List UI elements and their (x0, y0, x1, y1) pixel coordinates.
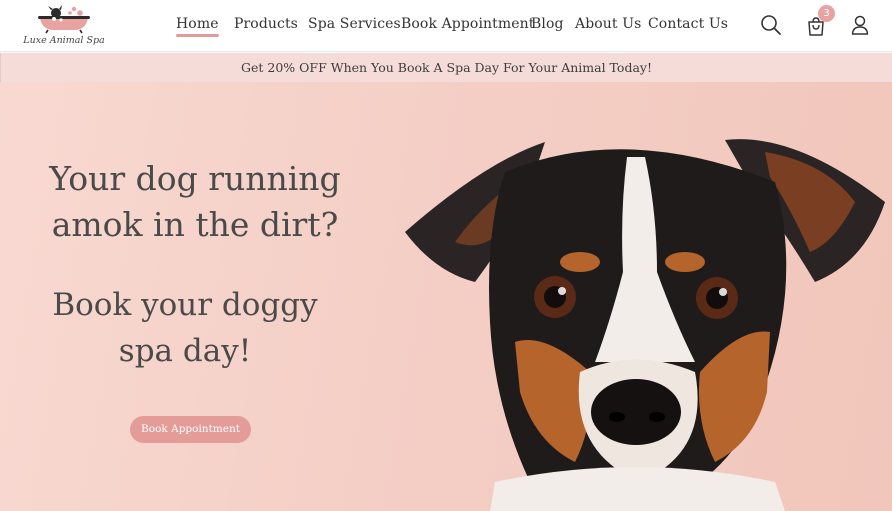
dog-right-nostril (649, 412, 665, 422)
nav-book-appointment[interactable]: Book Appointment (401, 16, 534, 32)
dog-nose (591, 379, 681, 445)
nav-blog-label: Blog (531, 16, 564, 32)
user-icon (851, 15, 869, 35)
cart-count-badge: 3 (818, 5, 835, 22)
nav-products-label: Products (234, 16, 298, 32)
promo-banner: Get 20% OFF When You Book A Spa Day For … (0, 53, 892, 82)
hero-section: Your dog running amok in the dirt? Book … (0, 82, 892, 511)
book-appointment-button[interactable]: Book Appointment (130, 416, 251, 443)
nav-home[interactable]: Home (176, 16, 219, 37)
promo-text: Get 20% OFF When You Book A Spa Day For … (241, 60, 652, 75)
site-header: Luxe Animal Spa Home Products Spa Servic… (0, 0, 892, 52)
dog-left-nostril (609, 412, 625, 422)
nav-about-us[interactable]: About Us (575, 16, 641, 32)
nav-spa-services-label: Spa Services (308, 16, 401, 32)
search-button[interactable] (760, 14, 782, 36)
nav-book-appointment-label: Book Appointment (401, 16, 535, 32)
nav-spa-services[interactable]: Spa Services (308, 16, 401, 32)
dog-left-brow (560, 252, 600, 272)
cart-button[interactable]: 3 (806, 5, 835, 37)
nav-home-label: Home (176, 16, 219, 32)
nav-about-us-label: About Us (575, 16, 642, 32)
hero-title: Your dog running amok in the dirt? (40, 156, 350, 248)
dog-right-brow (665, 252, 705, 272)
nav-contact-us[interactable]: Contact Us (648, 16, 728, 32)
hero-subtitle: Book your doggy spa day! (40, 282, 330, 374)
hero-subtitle-line-2: spa day! (118, 333, 252, 369)
hero-title-line-1: Your dog running (49, 159, 341, 198)
nav-active-indicator (176, 34, 219, 37)
dog-left-eye-glint (558, 287, 566, 295)
nav-blog[interactable]: Blog (531, 16, 564, 32)
bathtub-logo-icon (38, 5, 90, 34)
nav-contact-us-label: Contact Us (648, 16, 729, 32)
brand-logo[interactable]: Luxe Animal Spa (22, 4, 106, 50)
hero-subtitle-line-1: Book your doggy (52, 287, 318, 323)
brand-name: Luxe Animal Spa (23, 35, 105, 46)
search-icon (761, 15, 781, 35)
nav-products[interactable]: Products (234, 16, 298, 32)
hero-title-line-2: amok in the dirt? (51, 205, 339, 244)
dog-right-eye-glint (719, 288, 727, 296)
dog-photo (405, 139, 885, 511)
account-button[interactable] (850, 14, 870, 36)
